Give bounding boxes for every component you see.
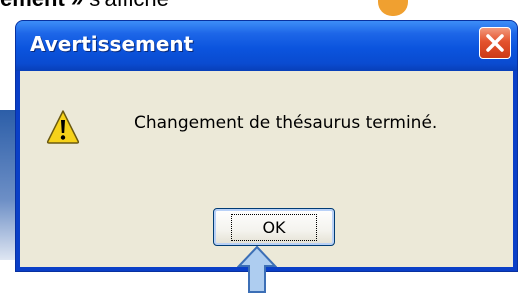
ok-button-label: OK: [231, 213, 317, 241]
dialog-body: Changement de thésaurus terminé. OK: [20, 71, 513, 267]
dialog-title: Avertissement: [30, 32, 194, 56]
background-document-text: ement » s'affiche: [0, 0, 169, 12]
warning-icon: [46, 110, 80, 144]
warning-dialog: Avertissement Changement de thésaurus te…: [15, 20, 518, 272]
dialog-message: Changement de thésaurus terminé.: [134, 113, 438, 133]
background-rest-text: s'affiche: [83, 0, 169, 11]
up-arrow-icon: [237, 246, 277, 293]
close-button[interactable]: [479, 27, 511, 59]
background-orange-shape: [378, 0, 408, 16]
title-bar[interactable]: Avertissement: [16, 21, 517, 71]
background-bold-text: ement »: [0, 0, 83, 11]
ok-button[interactable]: OK: [213, 208, 335, 246]
close-icon: [486, 34, 504, 52]
